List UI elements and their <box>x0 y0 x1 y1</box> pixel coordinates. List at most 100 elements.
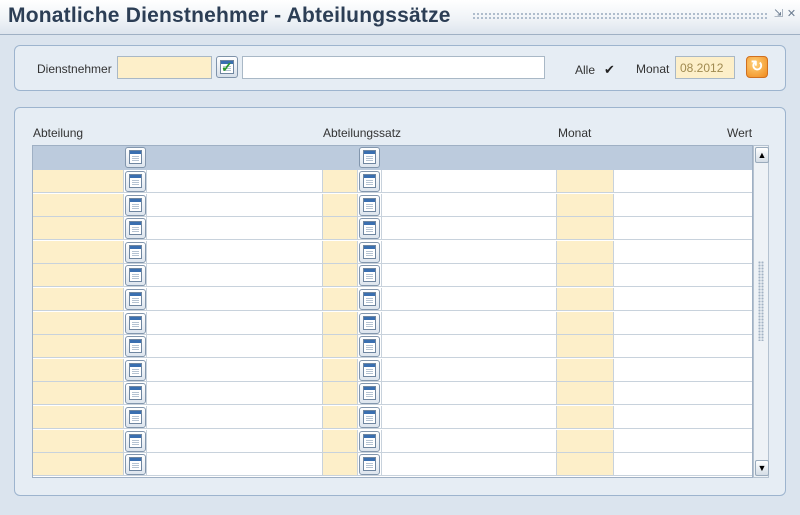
department-rate-lookup[interactable] <box>358 217 382 241</box>
department-rate-cell[interactable] <box>323 264 358 288</box>
department-lookup[interactable] <box>124 170 147 193</box>
department-name-cell[interactable] <box>147 288 323 311</box>
minimize-icon[interactable]: ⇲ <box>773 9 784 20</box>
department-rate-name-cell[interactable] <box>382 382 557 406</box>
department-rate-lookup[interactable] <box>358 240 382 264</box>
employee-name-field[interactable] <box>242 56 545 79</box>
row-lookup-button[interactable] <box>359 194 380 216</box>
department-rate-cell[interactable] <box>323 335 358 359</box>
row-lookup-button[interactable] <box>125 430 146 452</box>
department-cell[interactable] <box>33 217 124 241</box>
department-rate-name-cell[interactable] <box>382 453 557 477</box>
scroll-thumb[interactable] <box>758 261 764 341</box>
department-rate-lookup[interactable] <box>358 382 382 406</box>
department-name-cell[interactable] <box>147 240 323 264</box>
row-lookup-button[interactable] <box>125 336 146 358</box>
month-cell[interactable] <box>557 240 614 264</box>
department-rate-cell[interactable] <box>323 217 358 241</box>
titlebar-grip[interactable] <box>472 12 768 21</box>
value-cell[interactable] <box>614 453 752 477</box>
department-rate-cell[interactable] <box>323 170 358 193</box>
row-lookup-button[interactable] <box>359 147 380 168</box>
row-lookup-button[interactable] <box>359 289 380 310</box>
department-cell[interactable] <box>33 193 124 217</box>
department-lookup[interactable] <box>124 264 147 288</box>
department-rate-name-cell[interactable] <box>382 429 557 453</box>
department-rate-cell[interactable] <box>323 193 358 217</box>
department-rate-cell[interactable] <box>323 358 358 382</box>
department-cell[interactable] <box>33 240 124 264</box>
value-cell[interactable] <box>614 264 752 288</box>
row-lookup-button[interactable] <box>125 265 146 287</box>
row-lookup-button[interactable] <box>125 171 146 192</box>
department-lookup[interactable] <box>124 288 147 311</box>
value-cell[interactable] <box>614 217 752 241</box>
department-name-cell[interactable] <box>147 453 323 477</box>
value-cell[interactable] <box>614 358 752 382</box>
department-rate-name-cell[interactable] <box>382 217 557 241</box>
row-lookup-button[interactable] <box>359 241 380 263</box>
row-lookup-button[interactable] <box>359 407 380 428</box>
department-rate-lookup[interactable] <box>358 288 382 311</box>
department-rate-name-cell[interactable] <box>382 193 557 217</box>
row-lookup-button[interactable] <box>125 359 146 381</box>
row-lookup-button[interactable] <box>125 218 146 240</box>
vertical-scrollbar[interactable]: ▲ ▼ <box>753 145 769 478</box>
month-cell[interactable] <box>557 429 614 453</box>
department-lookup[interactable] <box>124 406 147 429</box>
department-rate-name-cell[interactable] <box>382 335 557 359</box>
department-rate-cell[interactable] <box>323 311 358 335</box>
department-rate-cell[interactable] <box>323 406 358 429</box>
row-lookup-button[interactable] <box>359 312 380 334</box>
employee-lookup-button[interactable]: ✓ <box>216 56 238 78</box>
department-rate-lookup[interactable] <box>358 170 382 193</box>
department-name-cell[interactable] <box>147 406 323 429</box>
value-cell[interactable] <box>614 406 752 429</box>
department-rate-cell[interactable] <box>323 382 358 406</box>
department-rate-lookup[interactable] <box>358 311 382 335</box>
scroll-up-button[interactable]: ▲ <box>755 147 769 163</box>
row-lookup-button[interactable] <box>125 312 146 334</box>
value-cell[interactable] <box>614 288 752 311</box>
department-name-cell[interactable] <box>147 311 323 335</box>
row-lookup-button[interactable] <box>359 218 380 240</box>
row-lookup-button[interactable] <box>359 171 380 192</box>
month-field[interactable] <box>675 56 735 79</box>
department-cell[interactable] <box>33 382 124 406</box>
row-lookup-button[interactable] <box>125 147 146 168</box>
month-cell[interactable] <box>557 406 614 429</box>
department-rate-name-cell[interactable] <box>382 240 557 264</box>
value-cell[interactable] <box>614 335 752 359</box>
department-name-cell[interactable] <box>147 429 323 453</box>
department-rate-lookup[interactable] <box>358 429 382 453</box>
row-lookup-button[interactable] <box>359 359 380 381</box>
department-rate-lookup[interactable] <box>358 335 382 359</box>
refresh-button[interactable]: ↻ <box>746 56 768 78</box>
department-cell[interactable] <box>33 264 124 288</box>
department-cell[interactable] <box>33 288 124 311</box>
month-cell[interactable] <box>557 264 614 288</box>
row-lookup-button[interactable] <box>359 265 380 287</box>
department-cell[interactable] <box>33 335 124 359</box>
department-lookup[interactable] <box>124 429 147 453</box>
department-rate-cell[interactable] <box>323 429 358 453</box>
row-lookup-button[interactable] <box>359 336 380 358</box>
department-lookup[interactable] <box>124 453 147 477</box>
department-name-cell[interactable] <box>147 217 323 241</box>
department-lookup[interactable] <box>124 358 147 382</box>
department-rate-name-cell[interactable] <box>382 358 557 382</box>
department-rate-cell[interactable] <box>323 240 358 264</box>
department-rate-name-cell[interactable] <box>382 170 557 193</box>
month-cell[interactable] <box>557 453 614 477</box>
row-lookup-button[interactable] <box>125 383 146 405</box>
department-cell[interactable] <box>33 358 124 382</box>
department-lookup[interactable] <box>124 311 147 335</box>
employee-code-field[interactable] <box>117 56 212 79</box>
department-lookup[interactable] <box>124 193 147 217</box>
department-rate-lookup[interactable] <box>358 406 382 429</box>
department-rate-name-cell[interactable] <box>382 264 557 288</box>
department-rate-lookup[interactable] <box>358 264 382 288</box>
value-cell[interactable] <box>614 193 752 217</box>
department-name-cell[interactable] <box>147 382 323 406</box>
scroll-down-button[interactable]: ▼ <box>755 460 769 476</box>
